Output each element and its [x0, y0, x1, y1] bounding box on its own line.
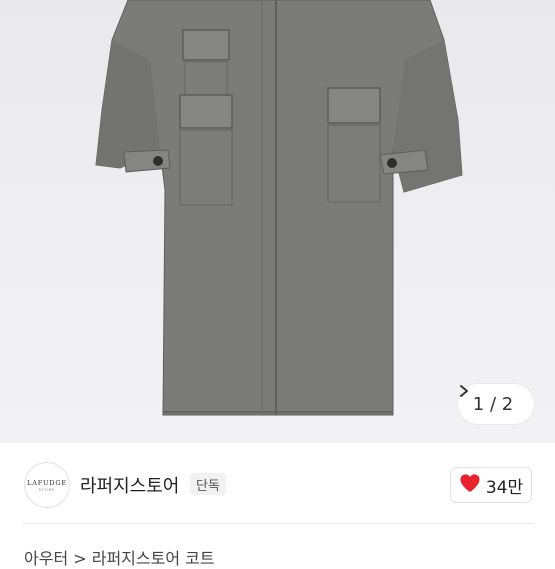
divider: [22, 523, 533, 524]
like-count: 34만: [485, 477, 524, 498]
heart-icon: [459, 473, 481, 497]
product-title-peek: 아우터 > 라퍼지스토어 코트: [24, 549, 215, 568]
store-logo-text: LAFUDGE: [27, 478, 67, 487]
product-image[interactable]: 1 / 2: [0, 0, 555, 443]
gallery-pager[interactable]: 1 / 2: [458, 384, 534, 424]
exclusive-badge: 단독: [190, 473, 226, 495]
like-button[interactable]: 34만: [450, 467, 532, 503]
coat-illustration: [95, 0, 463, 416]
store-logo-subtext: STORE: [38, 487, 56, 492]
store-logo[interactable]: LAFUDGE STORE: [24, 462, 70, 508]
store-name[interactable]: 라퍼지스토어: [80, 472, 179, 498]
pager-count: 1 / 2: [472, 393, 514, 415]
